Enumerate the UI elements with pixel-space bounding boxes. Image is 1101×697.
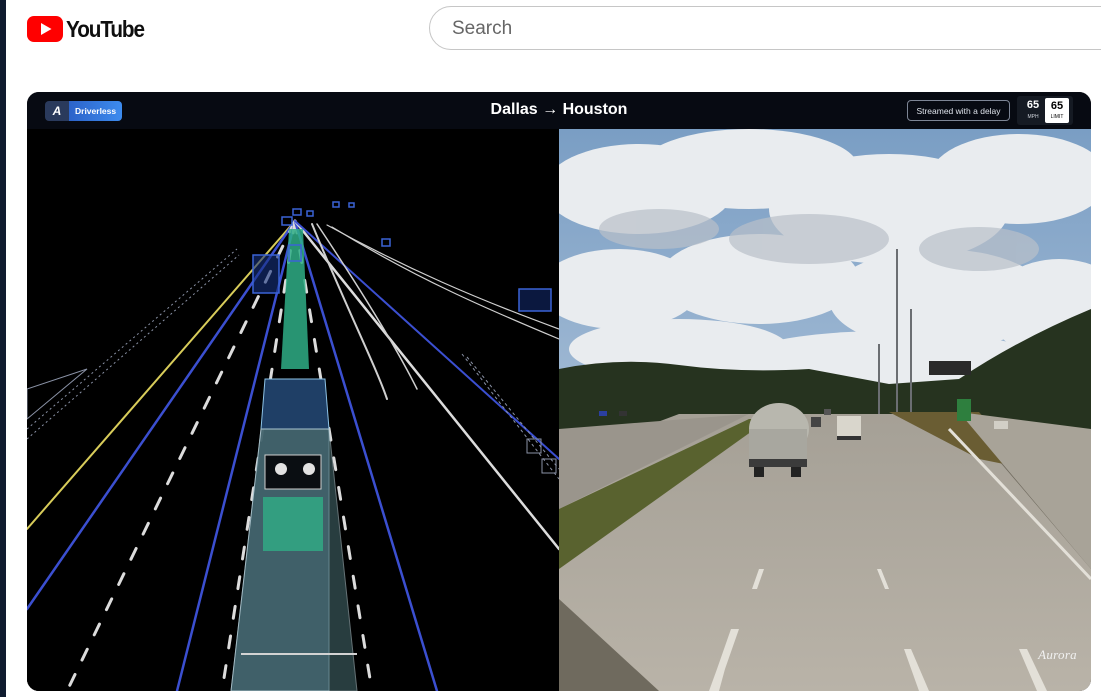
stream-status-pill: Streamed with a delay [907, 100, 1010, 121]
youtube-play-icon [27, 16, 63, 42]
speed-limit-sign: 65 LIMIT [1045, 98, 1069, 123]
youtube-logo[interactable]: YouTube [27, 16, 153, 42]
video-player[interactable]: A Driverless Dallas → Houston Streamed w… [27, 92, 1091, 691]
search-input[interactable] [450, 7, 1054, 51]
current-speed: 65 [1026, 99, 1040, 111]
perception-visualization [27, 129, 559, 691]
youtube-wordmark: YouTube [66, 15, 145, 42]
search-box[interactable] [429, 6, 1101, 51]
lidar-scene [27, 129, 559, 691]
camera-view: Aurora [559, 129, 1091, 691]
speed-unit: MPH [1027, 114, 1039, 120]
speed-limit-unit: LIMIT [1050, 114, 1064, 120]
speed-display: 65 MPH 65 LIMIT [1017, 96, 1073, 125]
aurora-watermark: Aurora [1038, 647, 1077, 662]
youtube-page: YouTube A Driverless Dallas → Houston St… [6, 0, 1101, 697]
video-top-bar: A Driverless Dallas → Houston Streamed w… [27, 92, 1091, 129]
masthead: YouTube [6, 0, 1101, 58]
camera-scene [559, 129, 1091, 691]
speed-limit-value: 65 [1050, 100, 1064, 112]
